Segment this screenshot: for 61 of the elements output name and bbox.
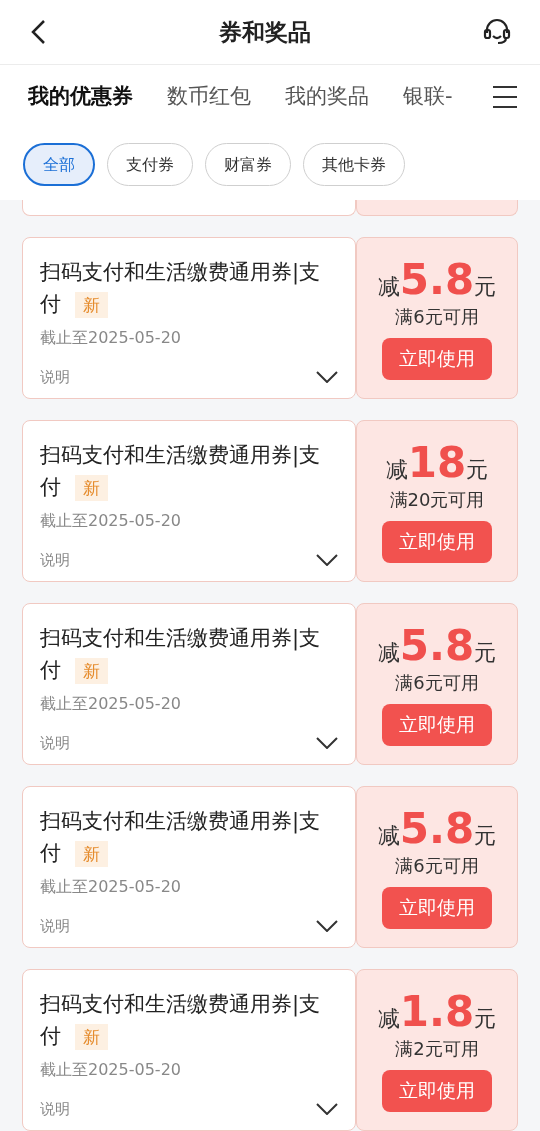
discount-prefix: 减 [377, 272, 400, 301]
expiry-date: 截止至2025-05-20 [40, 693, 182, 715]
chevron-down-icon[interactable] [316, 1102, 338, 1115]
currency-unit: 元 [466, 455, 489, 484]
currency-unit: 元 [474, 272, 497, 301]
tab[interactable]: 我的优惠券 [28, 73, 133, 121]
use-now-button[interactable]: 立即使用 [382, 886, 492, 929]
discount-prefix: 减 [377, 638, 400, 667]
description-link[interactable]: 说明 [40, 1097, 70, 1120]
description-link[interactable]: 说明 [40, 914, 70, 937]
discount-prefix: 减 [377, 821, 400, 850]
headset-icon[interactable] [482, 17, 512, 47]
menu-icon[interactable] [492, 85, 518, 109]
coupon-title: 扫码支付和生活缴费通用券|支付 新 [40, 259, 322, 320]
filter-chip[interactable]: 财富券 [205, 143, 291, 186]
coupon-title: 扫码支付和生活缴费通用券|支付 新 [40, 625, 322, 686]
new-badge: 新 [75, 658, 108, 684]
expiry-date: 截止至2025-05-20 [40, 1059, 182, 1081]
usage-condition: 满20元可用 [389, 487, 485, 512]
use-now-button[interactable]: 立即使用 [382, 337, 492, 380]
discount-amount: 5.8 [399, 805, 475, 852]
filter-chip[interactable]: 其他卡券 [303, 143, 405, 186]
expiry-date: 截止至2025-05-20 [40, 876, 182, 898]
discount-prefix: 减 [377, 1004, 400, 1033]
description-link[interactable]: 说明 [40, 548, 70, 571]
chevron-down-icon[interactable] [316, 553, 338, 566]
discount-amount: 1.8 [399, 988, 475, 1035]
tab[interactable]: 我的奖品 [285, 73, 369, 121]
tab[interactable]: 银联- [403, 73, 453, 121]
coupon-title: 扫码支付和生活缴费通用券|支付 新 [40, 808, 322, 869]
currency-unit: 元 [474, 1004, 497, 1033]
usage-condition: 满2元可用 [395, 1036, 479, 1061]
chevron-down-icon[interactable] [316, 736, 338, 749]
new-badge: 新 [75, 1024, 108, 1050]
chevron-down-icon[interactable] [316, 370, 338, 383]
usage-condition: 满6元可用 [395, 670, 479, 695]
discount-amount: 5.8 [399, 256, 475, 303]
usage-condition: 满6元可用 [395, 304, 479, 329]
filter-chip[interactable]: 全部 [23, 143, 95, 186]
new-badge: 新 [75, 475, 108, 501]
currency-unit: 元 [474, 821, 497, 850]
expiry-date: 截止至2025-05-20 [40, 327, 182, 349]
coupon-title: 扫码支付和生活缴费通用券|支付 新 [40, 442, 322, 503]
description-link[interactable]: 说明 [40, 731, 70, 754]
new-badge: 新 [75, 292, 108, 318]
filter-chip[interactable]: 支付券 [107, 143, 193, 186]
discount-amount: 18 [407, 439, 467, 486]
use-now-button[interactable]: 立即使用 [382, 703, 492, 746]
chevron-down-icon[interactable] [316, 919, 338, 932]
tab[interactable]: 数币红包 [167, 73, 251, 121]
use-now-button[interactable]: 立即使用 [382, 520, 492, 563]
new-badge: 新 [75, 841, 108, 867]
use-now-button[interactable]: 立即使用 [382, 1069, 492, 1112]
usage-condition: 满6元可用 [395, 853, 479, 878]
discount-prefix: 减 [385, 455, 408, 484]
discount-amount: 5.8 [399, 622, 475, 669]
page-title: 券和奖品 [219, 17, 311, 47]
description-link[interactable]: 说明 [40, 365, 70, 388]
expiry-date: 截止至2025-05-20 [40, 510, 182, 532]
coupon-title: 扫码支付和生活缴费通用券|支付 新 [40, 991, 322, 1052]
currency-unit: 元 [474, 638, 497, 667]
